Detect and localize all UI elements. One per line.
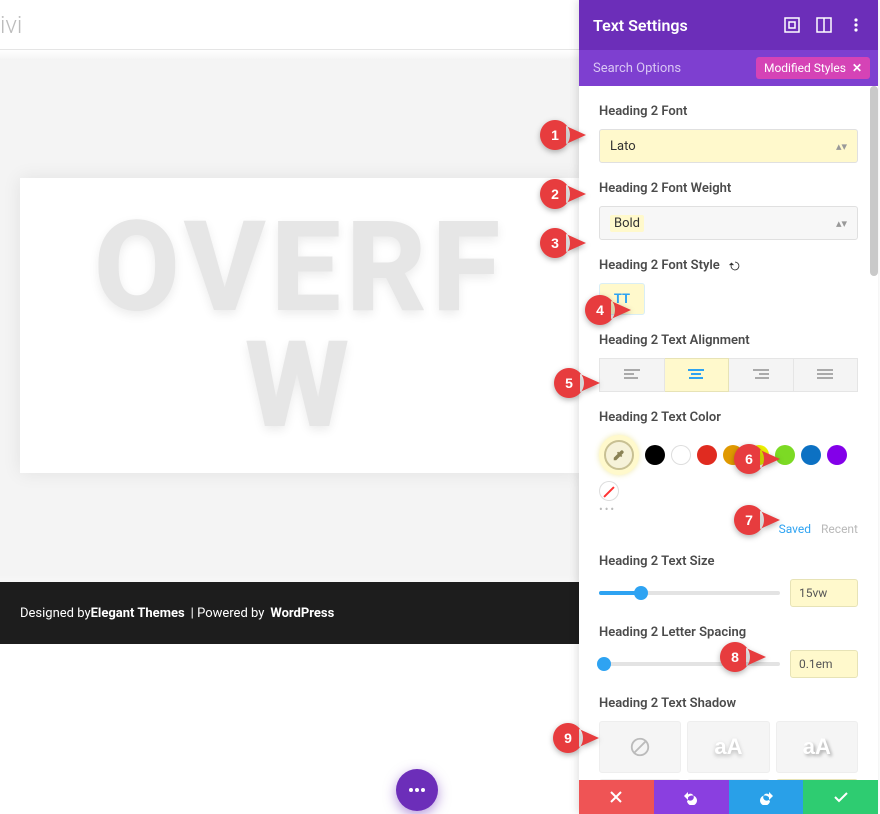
color-picker-button[interactable] [599, 435, 639, 475]
redo-icon [758, 789, 774, 805]
preview-card: OVERF W [20, 178, 579, 473]
color-row [599, 435, 858, 501]
size-slider[interactable] [599, 591, 780, 595]
select-weight-value: Bold [610, 215, 644, 232]
save-button[interactable] [803, 780, 878, 814]
swatch-white[interactable] [671, 445, 691, 465]
footer-text-middle: | Powered by [191, 606, 265, 621]
group-style: Heading 2 Font Style TT [599, 258, 858, 315]
footer-text-prefix: Designed by [20, 606, 91, 621]
discard-button[interactable] [579, 780, 654, 814]
saved-link[interactable]: Saved [779, 522, 811, 536]
expand-icon[interactable] [784, 17, 800, 33]
group-text-color: Heading 2 Text Color ••• Saved [599, 410, 858, 536]
label-letter-spacing: Heading 2 Letter Spacing [599, 625, 858, 640]
settings-panel: Text Settings Search Options Modified St… [579, 0, 878, 814]
shadow-opt-3[interactable]: aA [776, 721, 858, 773]
footer-platform-link[interactable]: WordPress [270, 606, 334, 621]
align-justify-button[interactable] [794, 358, 859, 392]
panel-title: Text Settings [593, 16, 688, 35]
check-icon [833, 789, 849, 805]
ellipsis-icon [408, 787, 426, 793]
size-value-input[interactable]: 15vw [790, 579, 858, 607]
label-style: Heading 2 Font Style [599, 258, 858, 273]
align-right-icon [753, 369, 769, 381]
preview-line-1: OVERF [94, 202, 505, 333]
none-icon [629, 736, 651, 758]
chevron-updown-icon: ▴▾ [836, 140, 847, 153]
swatch-orange[interactable] [723, 445, 743, 465]
align-center-icon [688, 369, 704, 381]
panel-body: Heading 2 Font Lato ▴▾ Heading 2 Font We… [579, 86, 878, 780]
swatch-yellow[interactable] [749, 445, 769, 465]
select-font[interactable]: Lato ▴▾ [599, 129, 858, 163]
label-alignment: Heading 2 Text Alignment [599, 333, 858, 348]
close-icon [608, 789, 624, 805]
swatch-none[interactable] [599, 481, 619, 501]
group-text-shadow: Heading 2 Text Shadow aA aA aA aA aA [599, 696, 858, 780]
redo-button[interactable] [729, 780, 804, 814]
modified-styles-badge[interactable]: Modified Styles ✕ [756, 57, 870, 79]
label-text-size: Heading 2 Text Size [599, 554, 858, 569]
style-uppercase-button[interactable]: TT [599, 283, 645, 315]
label-text-color: Heading 2 Text Color [599, 410, 858, 425]
shadow-grid: aA aA aA aA aA [599, 721, 858, 780]
swatch-blue[interactable] [801, 445, 821, 465]
swatch-black[interactable] [645, 445, 665, 465]
panel-search-bar: Search Options Modified Styles ✕ [579, 50, 878, 86]
align-right-button[interactable] [729, 358, 794, 392]
align-left-button[interactable] [599, 358, 665, 392]
group-letter-spacing: Heading 2 Letter Spacing 0.1em [599, 625, 858, 678]
footer-vendor-link[interactable]: Elegant Themes [91, 606, 185, 621]
recent-link[interactable]: Recent [821, 522, 858, 536]
undo-button[interactable] [654, 780, 729, 814]
label-font: Heading 2 Font [599, 104, 858, 119]
columns-icon[interactable] [816, 17, 832, 33]
undo-icon [683, 789, 699, 805]
group-weight: Heading 2 Font Weight Bold ▴▾ [599, 181, 858, 240]
swatch-purple[interactable] [827, 445, 847, 465]
app-title: ivi [0, 11, 22, 39]
search-placeholder[interactable]: Search Options [593, 61, 681, 76]
spacing-slider[interactable] [599, 662, 780, 666]
swatch-red[interactable] [697, 445, 717, 465]
swatch-green[interactable] [775, 445, 795, 465]
label-weight: Heading 2 Font Weight [599, 181, 858, 196]
preview-line-2: W [245, 323, 354, 449]
panel-header: Text Settings [579, 0, 878, 50]
color-saved-row: Saved Recent [599, 522, 858, 536]
chevron-updown-icon: ▴▾ [836, 217, 847, 230]
align-center-button[interactable] [665, 358, 730, 392]
topbar: ivi [0, 0, 579, 50]
badge-label: Modified Styles [764, 61, 846, 75]
group-alignment: Heading 2 Text Alignment [599, 333, 858, 392]
label-text-shadow: Heading 2 Text Shadow [599, 696, 858, 711]
divi-fab-button[interactable] [396, 769, 438, 811]
align-left-icon [624, 369, 640, 381]
align-justify-icon [817, 369, 833, 381]
shadow-opt-2[interactable]: aA [687, 721, 769, 773]
panel-actions [579, 780, 878, 814]
more-icon[interactable] [848, 17, 864, 33]
select-weight[interactable]: Bold ▴▾ [599, 206, 858, 240]
reset-icon[interactable] [728, 259, 742, 273]
scrollbar[interactable] [870, 86, 878, 276]
close-icon[interactable]: ✕ [852, 61, 862, 75]
eyedropper-icon [604, 440, 634, 470]
footer: Designed by Elegant Themes | Powered by … [0, 582, 579, 644]
group-text-size: Heading 2 Text Size 15vw [599, 554, 858, 607]
more-dots-icon[interactable]: ••• [599, 503, 858, 516]
spacing-value-input[interactable]: 0.1em [790, 650, 858, 678]
group-font: Heading 2 Font Lato ▴▾ [599, 104, 858, 163]
alignment-row [599, 358, 858, 392]
shadow-none-button[interactable] [599, 721, 681, 773]
style-tt-label: TT [614, 292, 630, 307]
select-font-value: Lato [610, 139, 636, 154]
